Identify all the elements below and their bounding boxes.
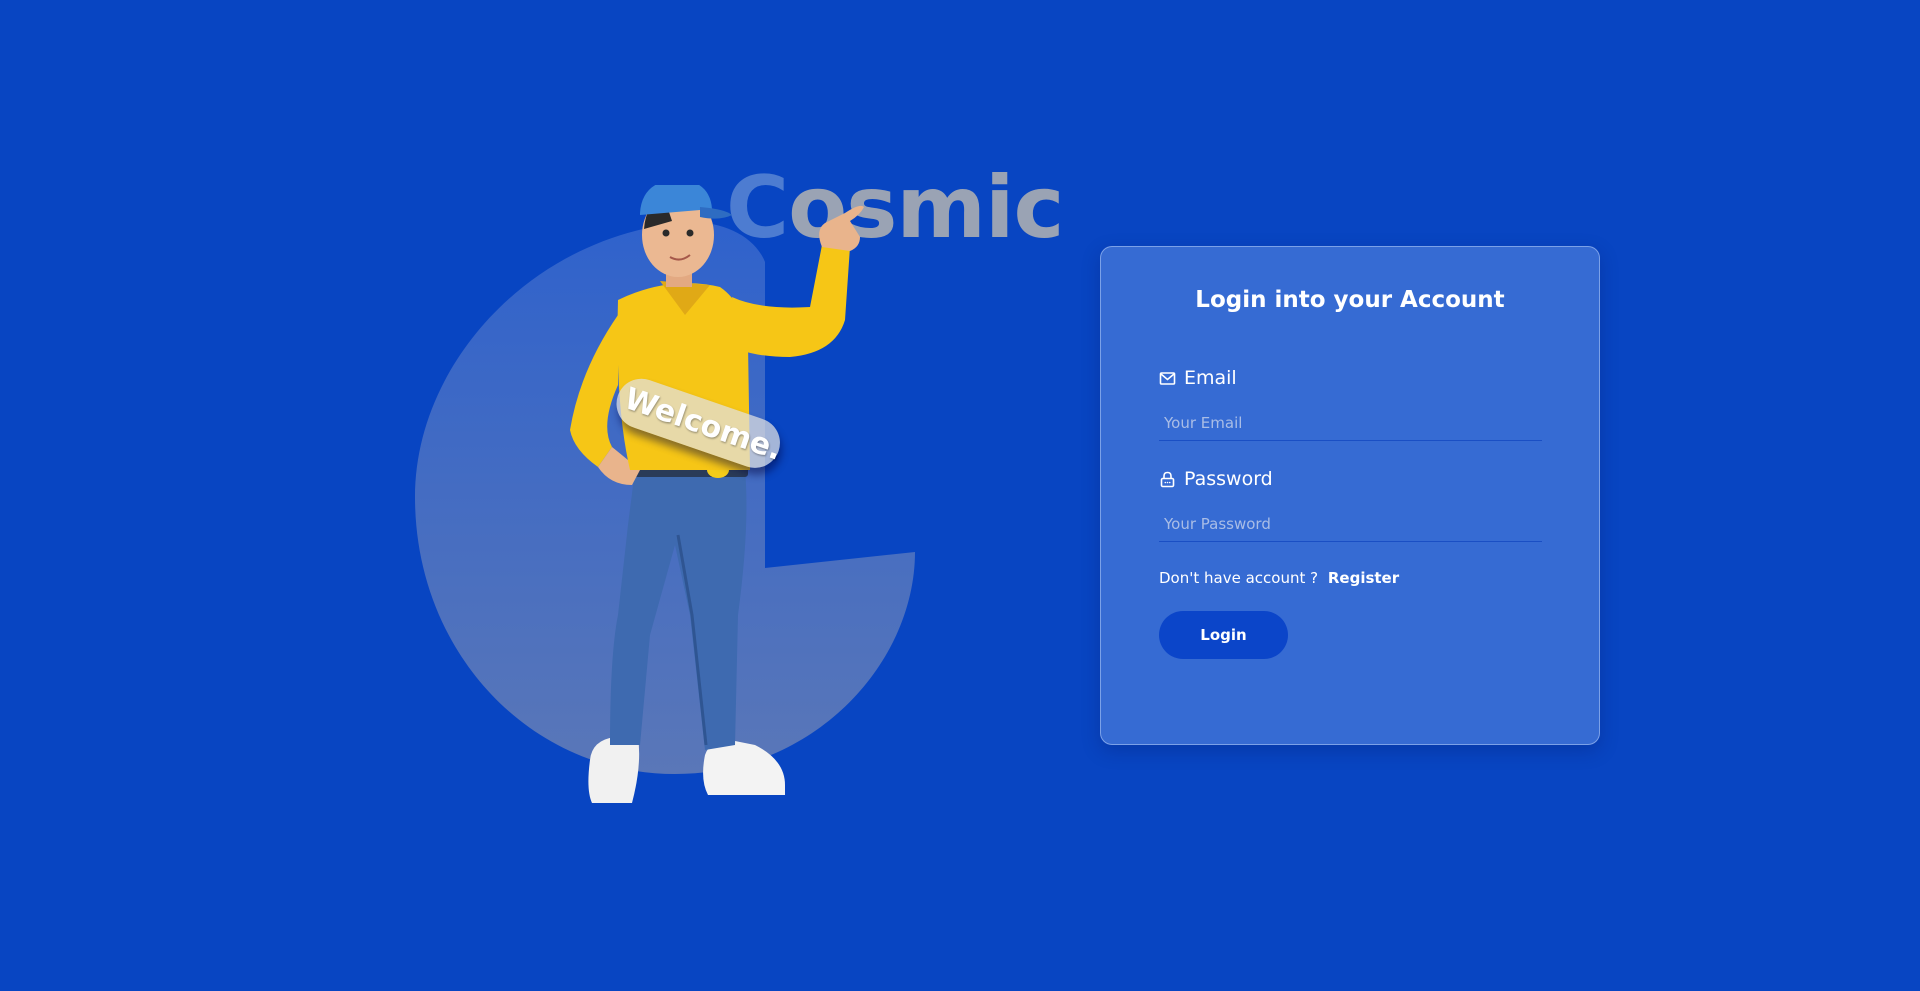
password-label: Password bbox=[1159, 468, 1273, 490]
register-link[interactable]: Register bbox=[1328, 569, 1399, 587]
login-card-title: Login into your Account bbox=[1195, 287, 1505, 313]
login-button[interactable]: Login bbox=[1159, 611, 1288, 659]
pointing-hand bbox=[819, 205, 864, 251]
left-shoe bbox=[588, 737, 640, 803]
password-label-text: Password bbox=[1184, 468, 1273, 490]
right-arm bbox=[732, 245, 850, 357]
mail-icon bbox=[1159, 371, 1176, 385]
email-label: Email bbox=[1159, 367, 1237, 389]
email-input[interactable] bbox=[1159, 405, 1542, 441]
character-illustration bbox=[570, 185, 864, 803]
jeans bbox=[610, 470, 747, 750]
register-row: Don't have account ? Register bbox=[1159, 569, 1399, 587]
register-prompt: Don't have account ? bbox=[1159, 569, 1319, 587]
email-label-text: Email bbox=[1184, 367, 1237, 389]
login-page: Cosmic Welcome. Login into your Account … bbox=[0, 0, 1920, 991]
left-arm bbox=[570, 315, 618, 467]
login-card: Login into your Account Email Password D… bbox=[1100, 246, 1600, 745]
lock-icon bbox=[1160, 471, 1175, 487]
password-input[interactable] bbox=[1159, 506, 1542, 542]
